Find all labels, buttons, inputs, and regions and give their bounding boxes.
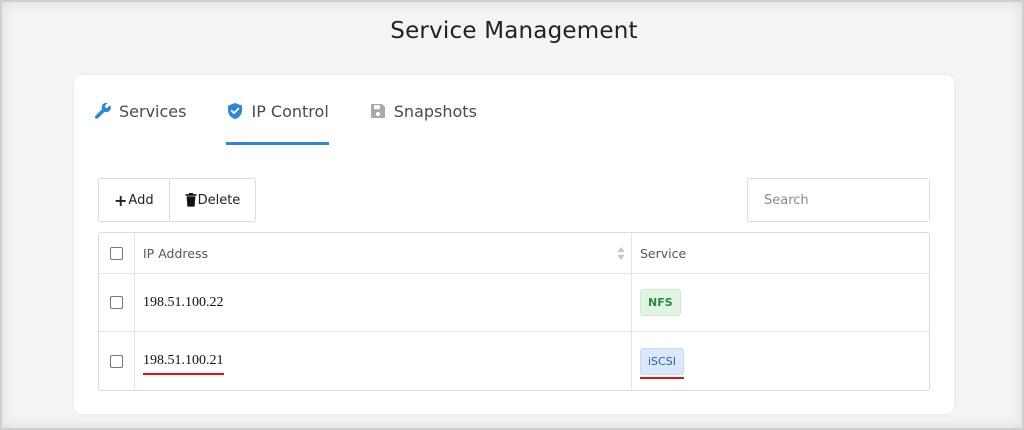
ip-address-value: 198.51.100.21 xyxy=(143,353,224,375)
service-column-header: Service xyxy=(632,233,929,273)
table-header-row: IP Address Service xyxy=(99,233,929,274)
service-header-label: Service xyxy=(640,245,687,261)
delete-button-label: Delete xyxy=(197,192,241,208)
ip-address-header-label: IP Address xyxy=(143,245,208,261)
floppy-disk-icon xyxy=(369,102,387,120)
tab-snapshots-label: Snapshots xyxy=(393,102,477,121)
service-cell: NFS xyxy=(632,274,929,331)
tab-snapshots[interactable]: Snapshots xyxy=(369,101,477,145)
plus-icon: + xyxy=(114,190,128,210)
add-button[interactable]: + Add xyxy=(99,179,169,221)
action-button-group: + Add Delete xyxy=(98,178,257,222)
ip-address-value: 198.51.100.22 xyxy=(143,294,224,310)
add-button-label: Add xyxy=(128,192,154,208)
ip-table: IP Address Service 198.51.100.22 NFS 198… xyxy=(98,232,930,391)
table-row: 198.51.100.22 NFS xyxy=(99,274,929,332)
tab-ip-control[interactable]: IP Control xyxy=(226,101,330,145)
select-all-checkbox[interactable] xyxy=(110,246,123,260)
wrench-icon xyxy=(94,102,112,120)
ip-address-cell: 198.51.100.22 xyxy=(135,274,632,331)
window-frame: Service Management Services IP Control S… xyxy=(0,0,1024,430)
main-card: Services IP Control Snapshots + Add Dele… xyxy=(74,75,954,414)
row-checkbox-cell xyxy=(99,274,135,331)
service-badge: NFS xyxy=(640,289,681,316)
tab-ip-control-label: IP Control xyxy=(251,102,329,121)
tab-services[interactable]: Services xyxy=(94,101,186,145)
ip-address-cell: 198.51.100.21 xyxy=(135,332,632,390)
delete-button[interactable]: Delete xyxy=(168,179,256,221)
row-checkbox[interactable] xyxy=(110,354,123,368)
row-checkbox-cell xyxy=(99,332,135,390)
service-cell: iSCSI xyxy=(632,332,929,390)
page-title: Service Management xyxy=(390,18,638,44)
tab-bar: Services IP Control Snapshots xyxy=(94,101,517,145)
tab-services-label: Services xyxy=(119,102,187,121)
sort-icon[interactable] xyxy=(617,246,625,261)
table-row: 198.51.100.21 iSCSI xyxy=(99,332,929,390)
service-badge: iSCSI xyxy=(640,347,684,375)
ip-address-column-header[interactable]: IP Address xyxy=(135,233,632,273)
trash-icon xyxy=(185,193,197,207)
shield-check-icon xyxy=(226,102,244,120)
row-checkbox[interactable] xyxy=(110,296,123,309)
select-all-cell xyxy=(99,233,135,273)
search-input[interactable] xyxy=(747,178,930,222)
service-badge-wrapper: iSCSI xyxy=(640,347,684,379)
